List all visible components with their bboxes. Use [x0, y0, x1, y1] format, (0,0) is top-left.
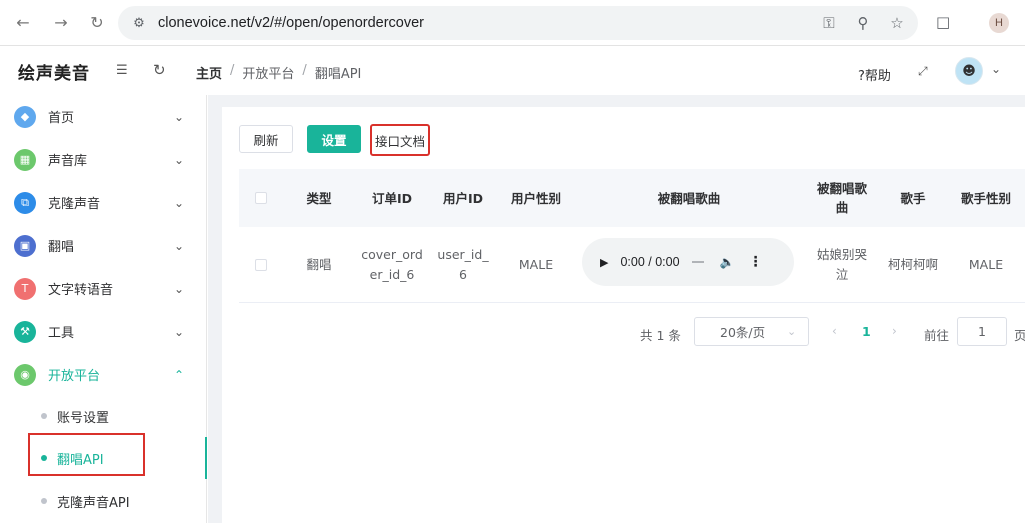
play-icon[interactable]: ▶: [600, 256, 608, 269]
chevron-down-icon: ⌄: [174, 281, 185, 296]
next-page-icon[interactable]: ›: [892, 324, 897, 338]
audio-time: 0:00 / 0:00: [620, 255, 680, 269]
cell-user-gender: MALE: [518, 257, 554, 272]
prev-page-icon[interactable]: ‹: [832, 324, 837, 338]
help-link[interactable]: ?帮助: [858, 65, 891, 84]
column-type: 类型: [306, 190, 332, 206]
highlight-box: [28, 433, 145, 476]
table-row: 翻唱 cover_order_id_6 user_id_6 MALE ▶ 0:0…: [239, 227, 1025, 303]
chevron-up-icon: ⌃: [174, 367, 185, 382]
cell-user-id: user_id_6: [437, 247, 489, 282]
logo: 绘声美音: [18, 64, 90, 84]
cell-type: 翻唱: [306, 257, 332, 272]
breadcrumb-open-platform: 开放平台: [242, 67, 295, 82]
grid-icon: ▦: [14, 148, 36, 171]
breadcrumb: 主页 / 开放平台 / 翻唱API: [196, 63, 362, 82]
chevron-down-icon: ⌄: [174, 238, 185, 253]
address-bar[interactable]: ⚙ clonevoice.net/v2/#/open/openordercove…: [118, 6, 918, 40]
goto-label: 前往: [924, 328, 950, 343]
back-arrow-icon[interactable]: ←: [12, 12, 34, 34]
sidebar-subitem-clone-voice-api[interactable]: 克隆声音API: [0, 480, 207, 522]
sidebar-item-cover[interactable]: ▣ 翻唱 ⌄: [0, 224, 207, 267]
browser-toolbar: ← → ↻ ⚙ clonevoice.net/v2/#/open/openord…: [0, 0, 1025, 46]
cell-singer: 柯柯柯啊: [887, 257, 938, 272]
column-covered-song: 被翻唱歌曲: [816, 181, 867, 215]
volume-icon[interactable]: 🔈: [720, 255, 735, 269]
diamond-icon: ◆: [14, 105, 36, 128]
fullscreen-icon[interactable]: ⤢: [918, 64, 932, 78]
app-header: 绘声美音 ☰ ↻ 主页 / 开放平台 / 翻唱API ?帮助 ⤢ ☻ ⌄: [0, 47, 1025, 95]
cell-order-id: cover_order_id_6: [361, 247, 423, 282]
user-avatar[interactable]: ☻: [955, 57, 983, 85]
bullet-dot-icon: [41, 413, 47, 419]
chevron-down-icon[interactable]: ⌄: [991, 62, 1001, 76]
cell-singer-gender: MALE: [968, 257, 1004, 272]
page-number[interactable]: 1: [862, 324, 871, 339]
extensions-icon[interactable]: □: [936, 13, 956, 33]
sidebar-subitem-account-settings[interactable]: 账号设置: [0, 395, 207, 437]
more-options-icon[interactable]: ⋮: [749, 254, 763, 270]
cell-song: 姑娘别哭泣: [816, 247, 867, 282]
zoom-icon[interactable]: ⚲: [854, 14, 872, 32]
forward-arrow-icon[interactable]: →: [50, 12, 72, 34]
audio-progress-bar[interactable]: [691, 261, 704, 263]
column-singer: 歌手: [900, 190, 926, 206]
breadcrumb-home[interactable]: 主页: [196, 63, 222, 82]
total-count: 共 1 条: [640, 328, 681, 343]
column-singer-gender: 歌手性别: [960, 190, 1011, 206]
refresh-page-icon[interactable]: ↻: [153, 61, 169, 79]
sidebar-item-clone-voice[interactable]: ⧉ 克隆声音 ⌄: [0, 181, 207, 224]
reload-icon[interactable]: ↻: [86, 12, 108, 34]
column-user-id: 用户ID: [442, 190, 484, 206]
url-text[interactable]: clonevoice.net/v2/#/open/openordercover: [158, 15, 424, 31]
chevron-down-icon: ⌄: [787, 325, 797, 338]
goto-page-input[interactable]: 1: [957, 317, 1007, 346]
question-icon: ?: [858, 69, 865, 84]
breadcrumb-current: 翻唱API: [314, 67, 362, 82]
site-settings-icon[interactable]: ⚙: [130, 14, 148, 32]
chevron-down-icon: ⌄: [174, 324, 185, 339]
column-cover-song: 被翻唱歌曲: [657, 190, 721, 206]
sidebar-item-tools[interactable]: ⚒ 工具 ⌄: [0, 310, 207, 353]
chevron-down-icon: ⌄: [174, 152, 185, 167]
row-checkbox[interactable]: [255, 259, 267, 271]
text-icon: T: [14, 277, 36, 300]
refresh-button[interactable]: 刷新: [239, 125, 293, 153]
page-size-select[interactable]: 20条/页 ⌄: [694, 317, 809, 346]
api-docs-button[interactable]: 接口文档: [370, 124, 430, 156]
key-icon[interactable]: ⚿: [820, 14, 838, 32]
main-content: 刷新 设置 接口文档 类型 订单ID 用户ID 用户性别 被翻唱歌曲 被翻唱歌曲…: [208, 95, 1025, 523]
sidebar-item-tts[interactable]: T 文字转语音 ⌄: [0, 267, 207, 310]
copy-icon: ⧉: [14, 191, 36, 214]
sidebar-item-open-platform[interactable]: ◉ 开放平台 ⌃: [0, 353, 207, 396]
settings-button[interactable]: 设置: [307, 125, 361, 153]
page-suffix: 页: [1014, 328, 1025, 343]
target-icon: ◉: [14, 363, 36, 386]
star-icon[interactable]: ☆: [888, 14, 906, 32]
collapse-menu-icon[interactable]: ☰: [116, 63, 132, 79]
profile-avatar[interactable]: H: [989, 13, 1009, 33]
twitter-icon: ▣: [14, 234, 36, 257]
chevron-down-icon: ⌄: [174, 109, 185, 124]
select-all-checkbox[interactable]: [255, 192, 267, 204]
column-user-gender: 用户性别: [510, 190, 561, 206]
audio-player[interactable]: ▶ 0:00 / 0:00 🔈 ⋮: [582, 238, 794, 286]
column-order-id: 订单ID: [371, 190, 413, 206]
table-header: 类型 订单ID 用户ID 用户性别 被翻唱歌曲 被翻唱歌曲 歌手 歌手性别: [239, 169, 1025, 227]
sidebar-item-voice-library[interactable]: ▦ 声音库 ⌄: [0, 138, 207, 181]
sidebar: ◆ 首页 ⌄ ▦ 声音库 ⌄ ⧉ 克隆声音 ⌄ ▣ 翻唱 ⌄ T 文字转语音 ⌄…: [0, 95, 207, 523]
bullet-dot-icon: [41, 498, 47, 504]
wrench-icon: ⚒: [14, 320, 36, 343]
content-panel: 刷新 设置 接口文档 类型 订单ID 用户ID 用户性别 被翻唱歌曲 被翻唱歌曲…: [222, 107, 1025, 523]
chevron-down-icon: ⌄: [174, 195, 185, 210]
sidebar-item-home[interactable]: ◆ 首页 ⌄: [0, 95, 207, 138]
pagination: 共 1 条 20条/页 ⌄ ‹ 1 › 前往 1 页: [222, 317, 1025, 347]
